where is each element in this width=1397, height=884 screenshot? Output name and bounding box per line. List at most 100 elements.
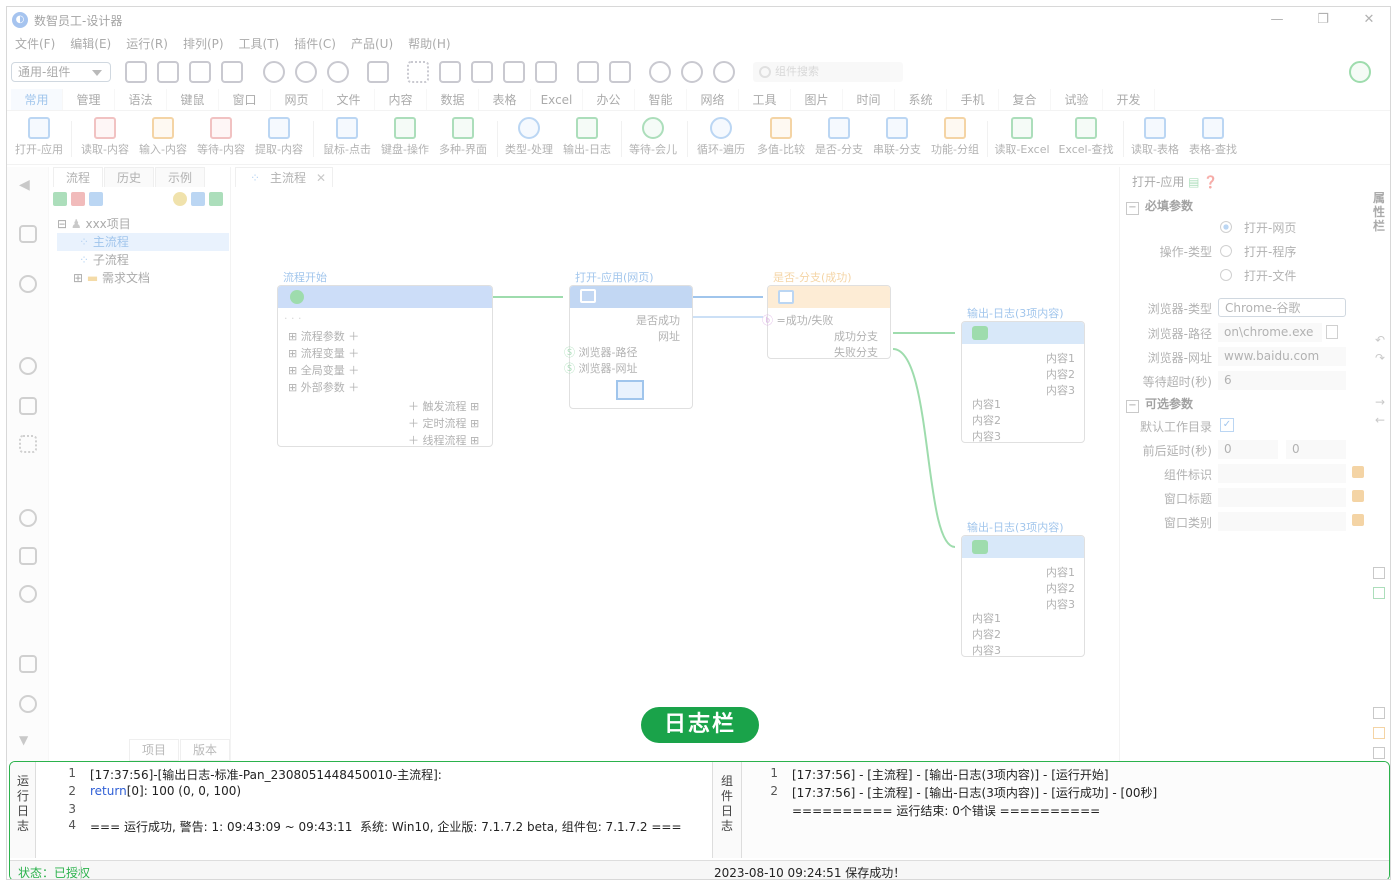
- collapse-left-icon[interactable]: ◀: [19, 177, 37, 195]
- tab-keyboard-mouse[interactable]: 键鼠: [167, 89, 219, 110]
- tab-version[interactable]: 版本: [180, 739, 230, 761]
- python-icon[interactable]: [173, 192, 187, 206]
- save-icon[interactable]: [189, 61, 211, 83]
- tree-root[interactable]: ⊟ ♟ xxx项目: [57, 215, 229, 233]
- delay-after-field[interactable]: 0: [1286, 440, 1346, 459]
- close-button[interactable]: ✕: [1346, 7, 1390, 33]
- component-set-select[interactable]: 通用-组件: [11, 62, 111, 82]
- delay-before-field[interactable]: 0: [1218, 440, 1278, 459]
- ribbon-serial-branch[interactable]: 串联-分支: [869, 117, 925, 157]
- ribbon-type-handle[interactable]: 类型-处理: [501, 117, 557, 157]
- flow-canvas[interactable]: ⁘ 主流程 ✕ 流程开始 · · · ⊞ 流程参数 ＋ ⊞ 流程变量 ＋ ⊞ 全…: [233, 167, 1119, 761]
- tab-excel[interactable]: Excel: [531, 89, 583, 110]
- run-icon[interactable]: [295, 61, 317, 83]
- menu-help[interactable]: 帮助(H): [408, 35, 450, 53]
- tab-network[interactable]: 网络: [687, 89, 739, 110]
- section-required[interactable]: 必填参数: [1126, 197, 1193, 215]
- edit-icon[interactable]: [1352, 490, 1364, 502]
- window-class-field[interactable]: [1218, 512, 1346, 531]
- open-project-icon[interactable]: [157, 61, 179, 83]
- ribbon-read-excel[interactable]: 读取-Excel: [991, 117, 1053, 157]
- tree-item-sub-flow[interactable]: ⁘ 子流程: [57, 251, 229, 269]
- users-icon[interactable]: [19, 275, 37, 293]
- edit-icon[interactable]: [1352, 466, 1364, 478]
- tab-file[interactable]: 文件: [323, 89, 375, 110]
- distribute-horizontal-icon[interactable]: [503, 61, 525, 83]
- up-icon[interactable]: [1373, 707, 1385, 719]
- align-top-icon[interactable]: [471, 61, 493, 83]
- node-log1[interactable]: 内容1 内容2 内容3 内容1 内容2 内容3: [961, 321, 1085, 443]
- tab-project[interactable]: 项目: [129, 739, 179, 761]
- component-log-content[interactable]: 1 [17:37:56] - [主流程] - [输出-日志(3项内容)] - […: [742, 762, 1389, 858]
- tab-flow[interactable]: 流程: [53, 167, 103, 187]
- gear-icon[interactable]: [681, 61, 703, 83]
- code-icon[interactable]: [263, 61, 285, 83]
- send-icon[interactable]: [209, 192, 223, 206]
- edit-icon[interactable]: [1352, 514, 1364, 526]
- undo-icon[interactable]: ↶: [1375, 333, 1385, 347]
- save-all-icon[interactable]: [221, 61, 243, 83]
- arrow-left-icon[interactable]: ←: [1375, 413, 1385, 427]
- ribbon-compare[interactable]: 多值-比较: [753, 117, 809, 157]
- tab-tools[interactable]: 工具: [739, 89, 791, 110]
- ribbon-keyboard[interactable]: 键盘-操作: [377, 117, 433, 157]
- node-branch[interactable]: ⓑ =成功/失败 成功分支 失败分支: [762, 285, 891, 359]
- ribbon-mouse-click[interactable]: 鼠标-点击: [319, 117, 375, 157]
- browser-path-field[interactable]: on\chrome.exe: [1218, 323, 1322, 342]
- ribbon-read-table[interactable]: 读取-表格: [1127, 117, 1183, 157]
- tab-data[interactable]: 数据: [427, 89, 479, 110]
- robot-icon[interactable]: [19, 357, 37, 375]
- tab-ai[interactable]: 智能: [635, 89, 687, 110]
- maximize-button[interactable]: ❐: [1300, 7, 1346, 33]
- tab-syntax[interactable]: 语法: [115, 89, 167, 110]
- properties-side-label[interactable]: 属性栏: [1373, 191, 1387, 233]
- ribbon-open-app[interactable]: 打开-应用: [11, 117, 67, 157]
- scan-icon[interactable]: [19, 435, 37, 453]
- tab-common[interactable]: 常用: [11, 89, 63, 110]
- radio-open-file[interactable]: 打开-文件: [1220, 267, 1296, 284]
- component-search-input[interactable]: 组件搜索: [753, 62, 903, 82]
- tab-web[interactable]: 网页: [271, 89, 323, 110]
- more-down-icon[interactable]: ▼: [19, 733, 37, 751]
- search-icon[interactable]: [649, 61, 671, 83]
- component-log-tab[interactable]: 组件日志: [712, 762, 742, 858]
- tree-item-main-flow[interactable]: ⁘ 主流程: [57, 233, 229, 251]
- note-icon[interactable]: [1373, 727, 1385, 739]
- tab-system[interactable]: 系统: [895, 89, 947, 110]
- stop-icon[interactable]: [327, 61, 349, 83]
- ribbon-wait-content[interactable]: 等待-内容: [193, 117, 249, 157]
- tab-composite[interactable]: 复合: [999, 89, 1051, 110]
- node-open-app[interactable]: 是否成功 网址 Ⓢ 浏览器-路径 Ⓢ 浏览器-网址: [564, 285, 693, 409]
- timeout-field[interactable]: 6: [1218, 371, 1346, 390]
- browser-url-field[interactable]: www.baidu.com: [1218, 347, 1346, 366]
- apps-icon[interactable]: [19, 225, 37, 243]
- add-icon[interactable]: [53, 192, 67, 206]
- tab-experimental[interactable]: 试验: [1051, 89, 1103, 110]
- tab-table[interactable]: 表格: [479, 89, 531, 110]
- menu-tools[interactable]: 工具(T): [239, 35, 280, 53]
- tree-item-req-docs[interactable]: ⊞ ▬ 需求文档: [57, 269, 229, 287]
- menu-file[interactable]: 文件(F): [15, 35, 55, 53]
- file-browse-icon[interactable]: [1326, 325, 1338, 339]
- redo-icon[interactable]: ↷: [1375, 351, 1385, 365]
- run-log-tab[interactable]: 运行日志: [10, 762, 36, 858]
- default-dir-checkbox[interactable]: ✓: [1220, 418, 1234, 432]
- ribbon-loop[interactable]: 循环-遍历: [691, 117, 751, 157]
- ribbon-table-find[interactable]: 表格-查找: [1185, 117, 1241, 157]
- tab-content[interactable]: 内容: [375, 89, 427, 110]
- window-title-field[interactable]: [1218, 488, 1346, 507]
- arrow-right-icon[interactable]: →: [1375, 395, 1385, 409]
- record-icon[interactable]: [367, 61, 389, 83]
- radio-open-program[interactable]: 打开-程序: [1220, 243, 1296, 260]
- import-icon[interactable]: [19, 547, 37, 565]
- tab-window[interactable]: 窗口: [219, 89, 271, 110]
- ribbon-group[interactable]: 功能-分组: [927, 117, 983, 157]
- tab-image[interactable]: 图片: [791, 89, 843, 110]
- node-log2[interactable]: 内容1 内容2 内容3 内容1 内容2 内容3: [961, 535, 1085, 657]
- tab-office[interactable]: 办公: [583, 89, 635, 110]
- new-project-icon[interactable]: [125, 61, 147, 83]
- ribbon-excel-find[interactable]: Excel-查找: [1055, 117, 1117, 157]
- menu-plugins[interactable]: 插件(C): [294, 35, 336, 53]
- sync-icon[interactable]: [19, 509, 37, 527]
- radio-open-web[interactable]: 打开-网页: [1220, 219, 1296, 236]
